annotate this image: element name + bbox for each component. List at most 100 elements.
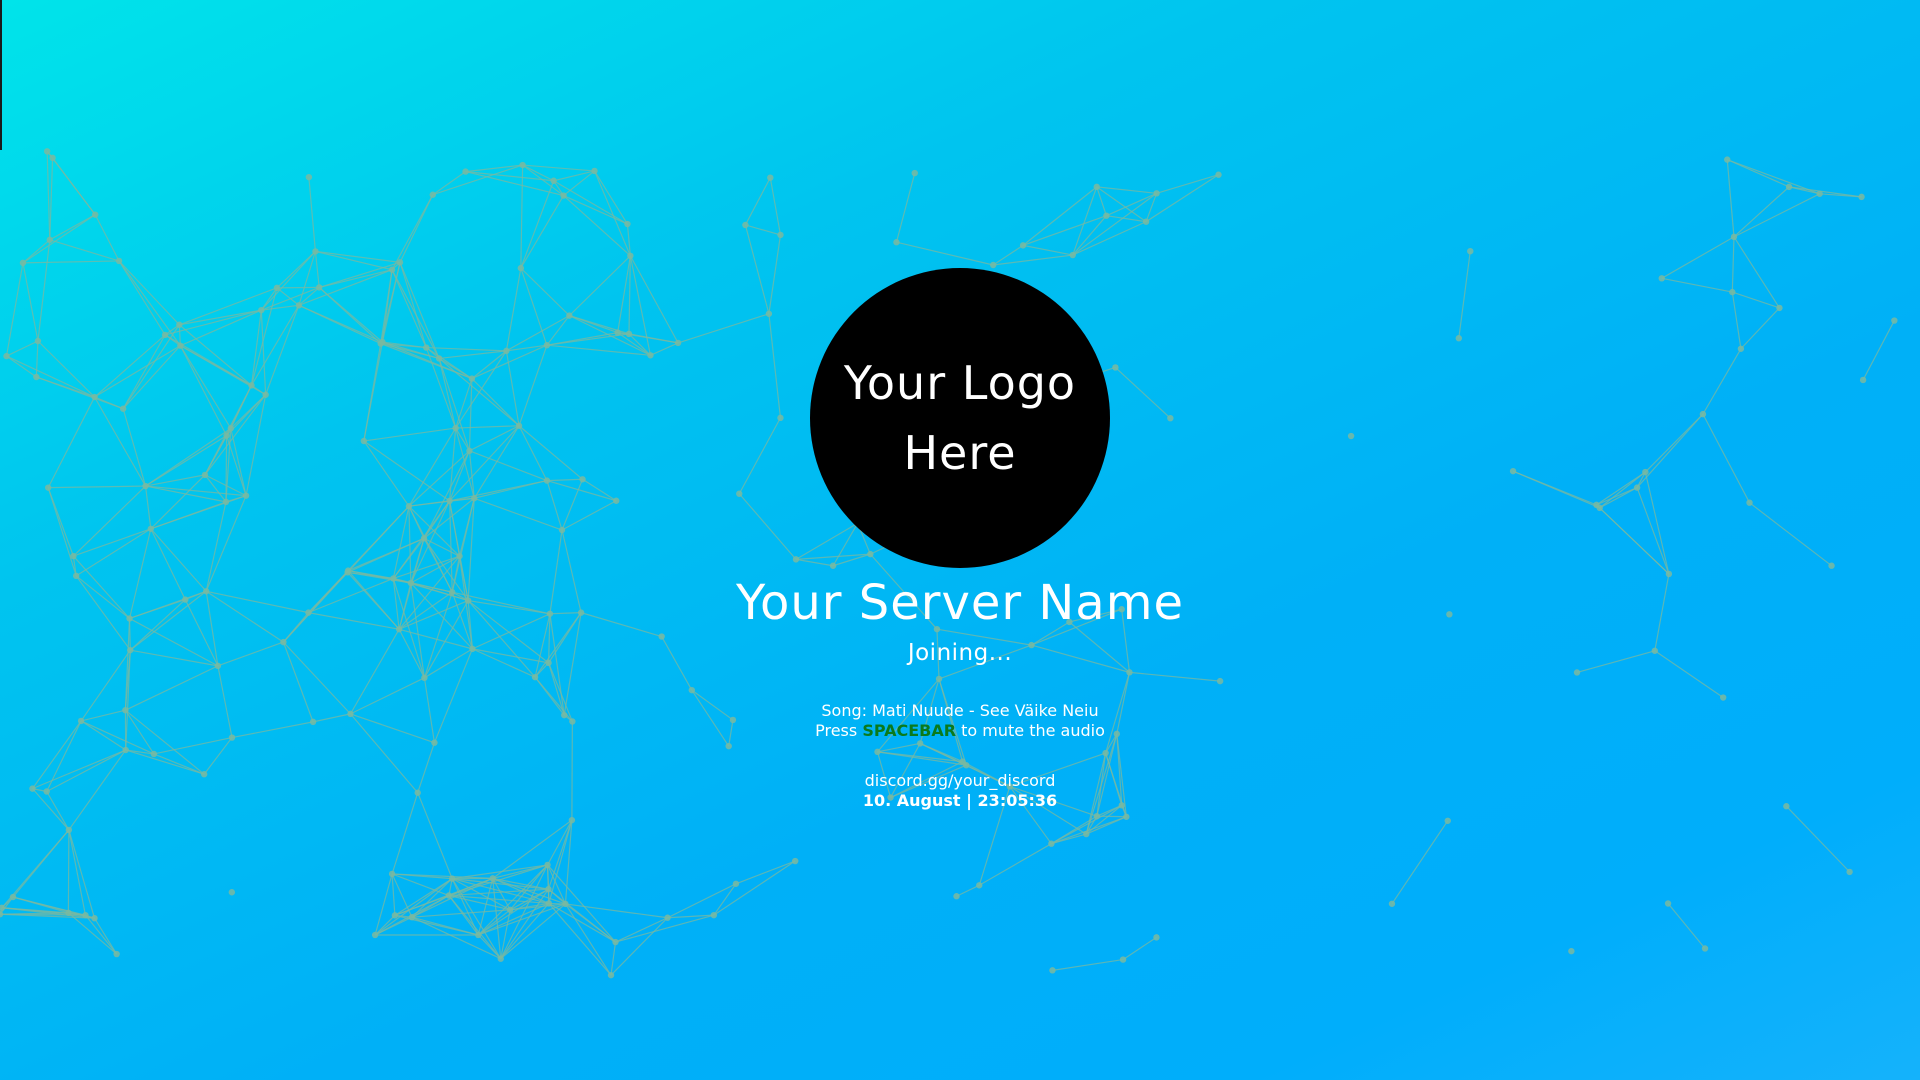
network-node (43, 148, 51, 155)
network-node (150, 750, 158, 758)
network-line (319, 261, 401, 288)
network-line (122, 334, 166, 410)
network-line (518, 425, 583, 480)
network-node (736, 490, 743, 497)
network-node (1167, 414, 1174, 422)
network-node (113, 950, 120, 958)
network-node (1048, 840, 1055, 847)
network-node (1701, 945, 1709, 952)
network-line (1862, 320, 1895, 381)
network-node (893, 239, 900, 246)
network-node (517, 264, 525, 272)
logo-line-1: Your Logo (843, 356, 1077, 410)
network-node (911, 169, 918, 177)
network-node (829, 562, 837, 569)
network-line (1733, 236, 1780, 309)
network-node (405, 503, 413, 510)
network-line (1596, 487, 1638, 506)
network-node (201, 471, 209, 479)
joining-status: Joining... (907, 640, 1013, 666)
network-node (91, 393, 98, 401)
network-line (122, 324, 180, 410)
network-line (617, 332, 651, 356)
network-line (178, 324, 252, 386)
network-node (344, 567, 352, 574)
network-node (916, 740, 924, 747)
network-line (582, 478, 617, 502)
network-line (1106, 215, 1147, 223)
network-line (1726, 159, 1790, 188)
network-line (122, 408, 147, 487)
network-node (258, 306, 265, 314)
network-line (94, 345, 181, 398)
network-line (150, 495, 247, 530)
network-node (1785, 183, 1793, 191)
network-line (73, 528, 152, 557)
network-line (84, 914, 118, 955)
network-line (144, 485, 152, 529)
network-line (448, 895, 502, 960)
network-node (44, 484, 52, 491)
network-line (426, 346, 507, 352)
network-line (1022, 186, 1098, 246)
network-node (1724, 156, 1731, 163)
network-line (744, 224, 770, 314)
network-node (388, 870, 396, 878)
network-node (874, 748, 881, 756)
network-line (399, 194, 434, 263)
network-node (1388, 900, 1396, 907)
network-node (543, 341, 551, 349)
network-line (1145, 174, 1219, 223)
network-line (93, 917, 118, 955)
network-node (462, 168, 469, 175)
network-node (227, 425, 234, 432)
network-line (22, 262, 39, 342)
network-line (1096, 186, 1107, 216)
network-node (119, 405, 127, 412)
network-node (1729, 288, 1736, 296)
network-line (1661, 236, 1735, 279)
network-node (625, 330, 633, 338)
network-line (745, 224, 781, 236)
network-node (1746, 499, 1753, 506)
network-line (318, 286, 383, 343)
network-line (593, 170, 631, 257)
network-line (46, 151, 51, 240)
network-node (614, 329, 621, 336)
logo-line-2: Here (903, 426, 1017, 480)
network-node (91, 914, 98, 922)
network-node (177, 342, 184, 349)
network-line (6, 355, 37, 378)
network-line (563, 195, 631, 257)
network-line (455, 350, 507, 429)
network-line (956, 884, 980, 897)
network-node (1215, 171, 1222, 178)
network-node (1642, 468, 1649, 476)
network-node (435, 355, 443, 362)
network-node (456, 552, 463, 560)
network-line (48, 485, 146, 489)
network-node (420, 535, 428, 542)
network-line (399, 262, 427, 348)
network-node (515, 422, 523, 429)
network-line (6, 355, 95, 398)
network-node (1444, 817, 1451, 824)
network-node (1019, 242, 1027, 249)
network-node (316, 284, 323, 291)
network-node (0, 911, 4, 918)
network-node (34, 337, 42, 345)
network-line (47, 487, 74, 557)
network-line (72, 485, 146, 557)
network-node (262, 391, 269, 398)
network-line (37, 340, 96, 398)
network-node (503, 347, 510, 355)
network-line (260, 250, 316, 311)
network-node (1593, 501, 1600, 509)
network-node (506, 906, 514, 914)
network-line (610, 917, 669, 976)
network-node (624, 220, 631, 228)
network-node (122, 746, 129, 754)
network-node (305, 173, 313, 181)
network-line (225, 435, 228, 502)
network-line (94, 214, 120, 262)
